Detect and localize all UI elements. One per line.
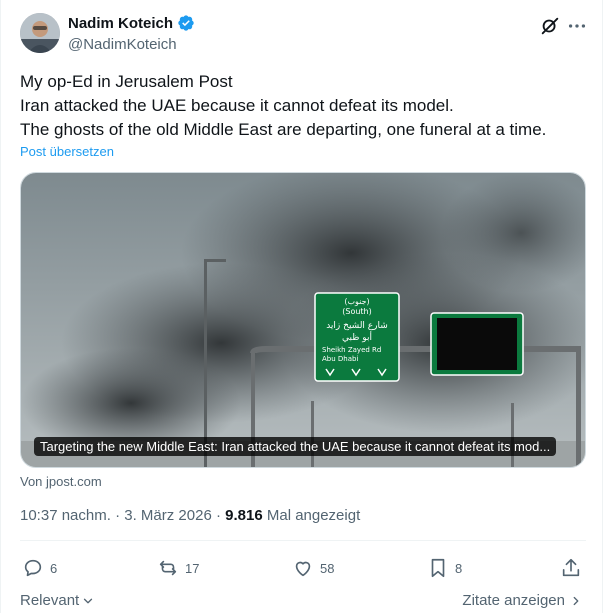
more-icon[interactable] <box>566 15 588 37</box>
post-text: My op-Ed in Jerusalem Post Iran attacked… <box>20 70 585 142</box>
bookmark-button[interactable]: 8 <box>427 557 462 579</box>
post-container: Nadim Koteich @NadimKoteich My op-Ed in … <box>0 0 603 613</box>
post-text-line: The ghosts of the old Middle East are de… <box>20 120 547 139</box>
post-text-line: My op-Ed in Jerusalem Post <box>20 72 233 91</box>
sign-english-direction: (South) <box>342 307 372 316</box>
sign-english-road: Sheikh Zayed Rd <box>322 346 381 354</box>
author-display-name[interactable]: Nadim Koteich <box>68 15 173 32</box>
meta-separator: · <box>110 507 125 524</box>
verified-badge-icon <box>177 14 195 32</box>
sign-arabic-city: أبو ظبي <box>342 331 372 343</box>
reply-icon <box>24 559 42 577</box>
card-source[interactable]: Von jpost.com <box>20 474 102 489</box>
like-icon <box>295 561 311 577</box>
post-date[interactable]: 3. März 2026 <box>124 507 212 524</box>
repost-count: 17 <box>185 560 200 576</box>
views-count: 9.816 <box>225 507 263 524</box>
quotes-label: Zitate anzeigen <box>462 592 565 609</box>
sign-arabic-top: (جنوب) <box>344 297 369 306</box>
post-text-line: Iran attacked the UAE because it cannot … <box>20 96 454 115</box>
card-image: (جنوب) (South) شارع الشيخ زايد أبو ظبي S… <box>21 173 585 467</box>
relevant-sort-button[interactable]: Relevant <box>20 592 95 609</box>
share-icon <box>562 558 580 577</box>
divider <box>20 540 586 541</box>
post-meta: 10:37 nachm. · 3. März 2026 · 9.816 Mal … <box>20 507 360 524</box>
meta-separator: · <box>211 507 226 524</box>
reply-button[interactable]: 6 <box>22 557 57 579</box>
bookmark-icon <box>431 558 445 578</box>
repost-icon <box>159 560 177 576</box>
share-button[interactable] <box>560 557 582 579</box>
like-button[interactable]: 58 <box>292 557 334 579</box>
views-label: Mal angezeigt <box>262 507 361 524</box>
sign-english-city: Abu Dhabi <box>322 355 358 363</box>
view-quotes-link[interactable]: Zitate anzeigen <box>462 592 583 609</box>
card-caption: Targeting the new Middle East: Iran atta… <box>34 437 557 456</box>
grok-icon[interactable] <box>539 15 561 37</box>
post-time[interactable]: 10:37 nachm. <box>20 507 111 524</box>
author-name-row[interactable]: Nadim Koteich <box>68 14 195 32</box>
bookmark-count: 8 <box>455 560 463 576</box>
action-bar: 6 17 58 8 <box>20 557 586 581</box>
translate-link[interactable]: Post übersetzen <box>20 144 114 159</box>
avatar[interactable] <box>20 13 60 53</box>
author-handle[interactable]: @NadimKoteich <box>68 36 177 53</box>
repost-button[interactable]: 17 <box>157 557 199 579</box>
chevron-right-icon <box>573 596 579 605</box>
reply-count: 6 <box>50 560 58 576</box>
like-count: 58 <box>320 560 335 576</box>
sign-arabic-road: شارع الشيخ زايد <box>326 321 388 331</box>
link-card[interactable]: (جنوب) (South) شارع الشيخ زايد أبو ظبي S… <box>20 172 586 468</box>
relevant-label: Relevant <box>20 592 80 609</box>
chevron-down-icon <box>84 598 93 603</box>
